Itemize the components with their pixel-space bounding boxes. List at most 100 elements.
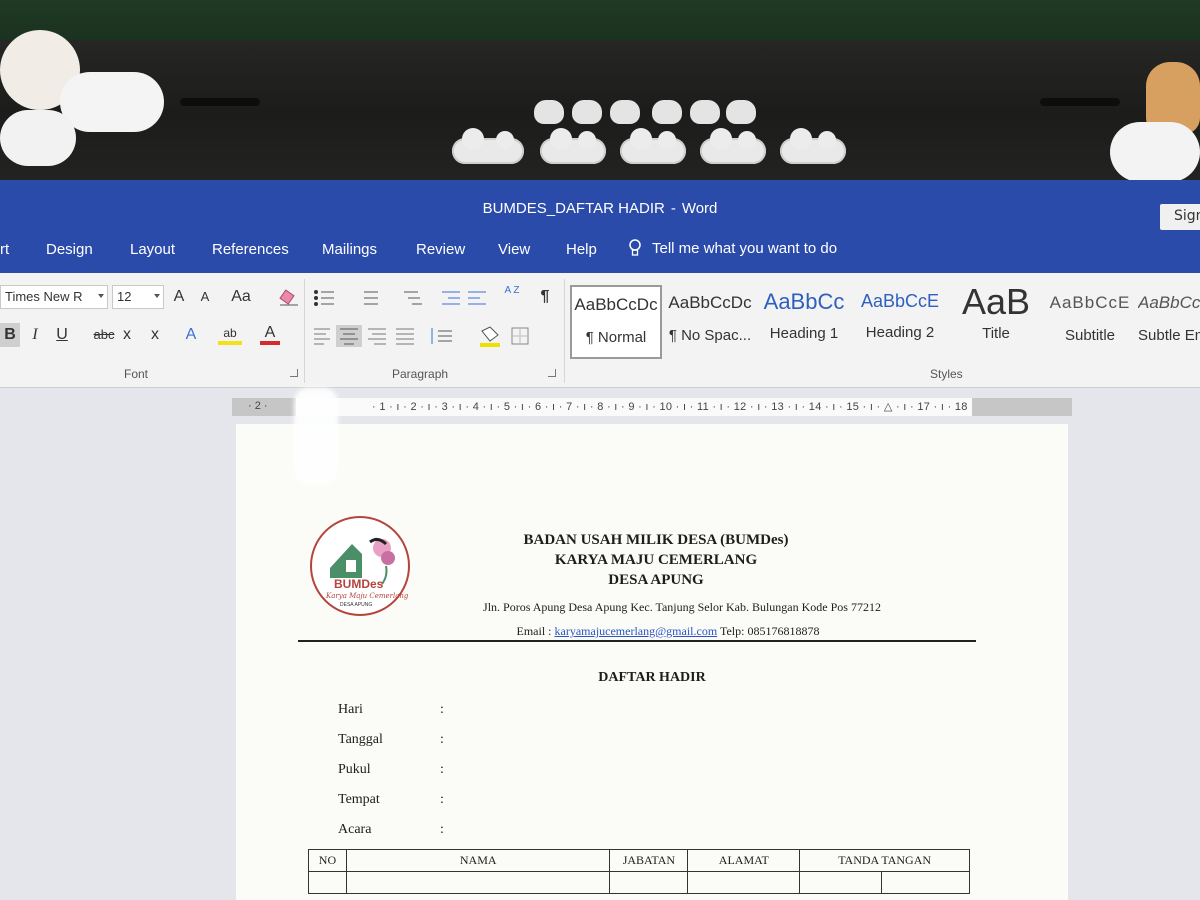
style-sample: AaBbCcE <box>860 291 940 311</box>
tab-view[interactable]: View <box>498 241 530 258</box>
tab-mailings[interactable]: Mailings <box>322 241 377 258</box>
highlight-button[interactable]: ab <box>218 321 242 345</box>
tab-help[interactable]: Help <box>566 241 597 258</box>
alignment-buttons-icon[interactable] <box>312 325 562 347</box>
table-header-tanda-tangan: TANDA TANGAN <box>799 849 970 872</box>
sign-in-button[interactable]: Sign <box>1160 204 1200 230</box>
field-label-tanggal: Tanggal <box>338 732 383 747</box>
change-case-button[interactable]: Aa <box>226 285 256 309</box>
chevron-down-icon <box>98 294 104 298</box>
chevron-down-icon <box>154 294 160 298</box>
group-divider <box>564 279 565 383</box>
org-name-line1: BADAN USAH MILIK DESA (BUMDes) <box>523 532 789 548</box>
photo-stage: BUMDES_DAFTAR HADIR-Word Sign rt Design … <box>0 0 1200 900</box>
table-cell[interactable] <box>308 871 347 894</box>
field-label-acara: Acara <box>338 822 372 837</box>
superscript-button[interactable]: x <box>148 323 162 347</box>
org-address: Jln. Poros Apung Desa Apung Kec. Tanjung… <box>483 600 881 614</box>
bezel-slot <box>180 98 260 106</box>
table-cell[interactable] <box>609 871 689 894</box>
table-header-row: NO NAMA JABATAN ALAMAT TANDA TANGAN <box>308 849 970 872</box>
bunny-sticker <box>652 100 682 124</box>
style-name: Title <box>982 325 1010 342</box>
bold-button[interactable]: B <box>0 323 20 347</box>
table-row <box>308 871 970 894</box>
clear-formatting-icon[interactable] <box>278 289 300 307</box>
style-title[interactable]: AaB Title <box>950 281 1042 359</box>
style-no-spacing[interactable]: AaBbCcDc ¶ No Spac... <box>664 285 756 359</box>
style-heading-2[interactable]: AaBbCcE Heading 2 <box>854 285 946 359</box>
tab-insert[interactable]: rt <box>0 241 9 258</box>
style-sample: AaB <box>961 281 1031 322</box>
shrink-font-button[interactable]: A <box>196 285 214 309</box>
tell-me-text: Tell me what you want to do <box>652 239 838 257</box>
bumdes-logo: BUMDes Karya Maju Cemerlang DESA APUNG <box>310 516 410 616</box>
table-cell[interactable] <box>687 871 801 894</box>
horizontal-ruler[interactable]: · 2 · · 1 · ı · 2 · ı · 3 · ı · 4 · ı · … <box>232 398 1072 416</box>
grow-font-button[interactable]: A <box>170 285 188 309</box>
cloud-sticker <box>540 128 606 164</box>
letterhead-divider <box>298 640 976 642</box>
style-heading-1[interactable]: AaBbCc Heading 1 <box>758 285 850 359</box>
style-normal[interactable]: AaBbCcDc ¶ Normal <box>570 285 662 359</box>
cloud-sticker <box>700 128 766 164</box>
cloud-sticker-right <box>1110 122 1200 182</box>
document-heading: DAFTAR HADIR <box>598 670 706 685</box>
tab-review[interactable]: Review <box>416 241 465 258</box>
underline-button[interactable]: U <box>52 323 72 347</box>
tab-references[interactable]: References <box>212 241 289 258</box>
style-name: ¶ Normal <box>585 329 647 346</box>
cloud-sticker-large <box>60 72 164 132</box>
tell-me-box[interactable]: Tell me what you want to do <box>628 239 837 257</box>
styles-group-label: Styles <box>930 367 963 381</box>
field-colon: : <box>440 702 444 717</box>
sort-button[interactable]: A Z <box>502 285 522 309</box>
font-size-combo[interactable]: 12 <box>112 285 164 309</box>
ruler-margin-right <box>972 398 1072 416</box>
font-name-combo[interactable]: Times New R <box>0 285 108 309</box>
style-sample: AaBbCcDc <box>574 295 658 314</box>
bunny-sticker <box>534 100 564 124</box>
paragraph-dialog-launcher[interactable] <box>548 369 556 377</box>
screen-glare <box>294 388 338 484</box>
bezel-slot <box>1040 98 1120 106</box>
table-cell[interactable] <box>345 871 611 894</box>
italic-button[interactable]: I <box>26 323 44 347</box>
field-colon: : <box>440 822 444 837</box>
field-label-hari: Hari <box>338 702 363 717</box>
org-name-line2: KARYA MAJU CEMERLANG <box>554 552 758 568</box>
style-sample: AaBbCc <box>763 289 845 314</box>
ruler-marks: · 1 · ı · 2 · ı · 3 · ı · 4 · ı · 5 · ı … <box>372 401 968 413</box>
table-cell[interactable] <box>881 871 970 894</box>
strikethrough-button[interactable]: abc <box>90 323 118 347</box>
ribbon: Times New R 12 A A Aa B I U abc x x A ab… <box>0 273 1200 388</box>
email-link[interactable]: karyamajucemerlang@gmail.com <box>555 624 718 638</box>
style-subtitle[interactable]: AaBbCcE Subtitle <box>1044 285 1136 359</box>
font-group-label: Font <box>124 367 149 381</box>
font-size-value: 12 <box>117 289 132 304</box>
style-sample: AaBbCcDc <box>668 293 752 312</box>
field-label-tempat: Tempat <box>338 792 380 807</box>
bunny-sticker <box>572 100 602 124</box>
bunny-sticker <box>610 100 640 124</box>
style-sample: AaBbCc <box>1138 293 1200 312</box>
font-dialog-launcher[interactable] <box>290 369 298 377</box>
font-color-button[interactable]: A <box>260 321 280 345</box>
org-name-line3: DESA APUNG <box>608 572 704 588</box>
lightbulb-icon <box>629 239 641 256</box>
tab-layout[interactable]: Layout <box>130 241 175 258</box>
subscript-button[interactable]: x <box>120 323 134 347</box>
style-subtle-emphasis[interactable]: AaBbCc Subtle Em <box>1138 285 1200 359</box>
document-page[interactable]: BUMDes Karya Maju Cemerlang DESA APUNG B… <box>236 424 1068 900</box>
bunny-sticker <box>690 100 720 124</box>
org-contact: Email : karyamajucemerlang@gmail.com Tel… <box>388 624 948 639</box>
app-name: Word <box>681 200 718 217</box>
tab-design[interactable]: Design <box>46 241 93 258</box>
field-label-pukul: Pukul <box>338 762 371 777</box>
style-name: Heading 1 <box>769 325 839 342</box>
logo-text: BUMDes <box>334 577 384 591</box>
table-cell[interactable] <box>799 871 883 894</box>
table-header-no: NO <box>308 849 347 872</box>
show-formatting-button[interactable]: ¶ <box>536 285 554 309</box>
text-effects-button[interactable]: A <box>182 323 200 347</box>
